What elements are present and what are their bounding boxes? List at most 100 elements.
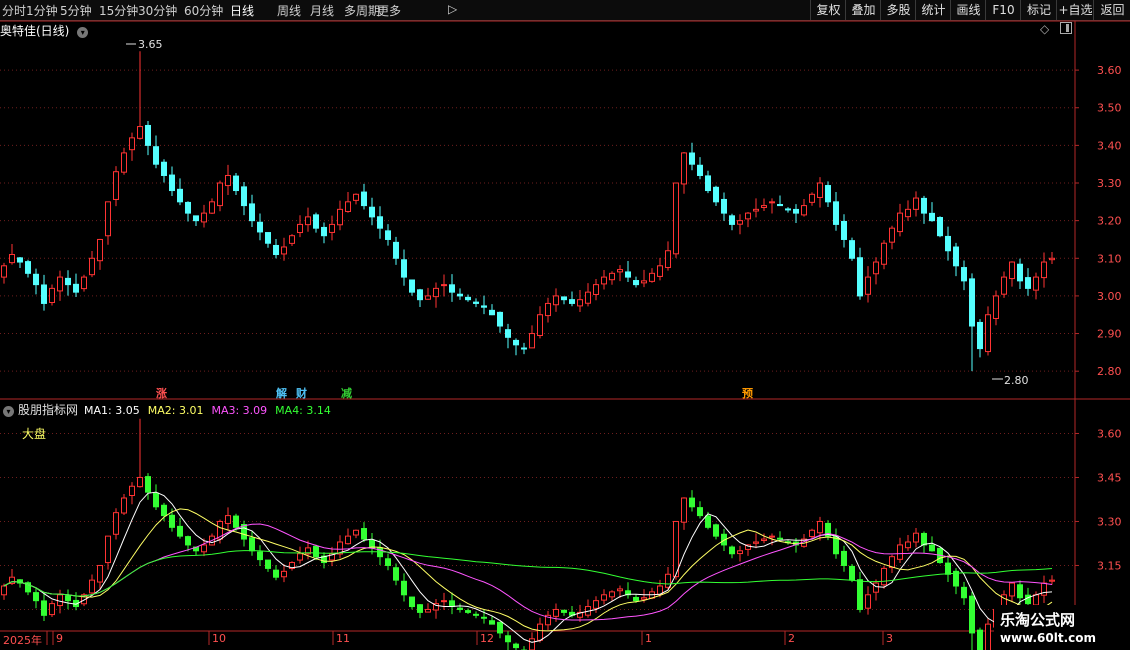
indicator-candle bbox=[761, 538, 767, 542]
indicator-candle bbox=[401, 580, 407, 596]
price-tick-label: 3.10 bbox=[1097, 252, 1122, 265]
indicator-candle bbox=[561, 609, 567, 613]
price-candle bbox=[1033, 276, 1039, 291]
price-candle bbox=[193, 215, 199, 222]
price-candle bbox=[1041, 261, 1047, 279]
price-candle bbox=[905, 208, 911, 218]
price-candle bbox=[529, 333, 535, 349]
indicator-candle bbox=[729, 546, 735, 555]
indicator-candle bbox=[353, 529, 359, 536]
indicator-candle bbox=[705, 515, 711, 528]
price-candle bbox=[897, 212, 903, 233]
indicator-candle bbox=[977, 629, 983, 650]
indicator-candle bbox=[601, 594, 607, 601]
price-candle bbox=[569, 299, 575, 304]
indicator-candle bbox=[481, 616, 487, 619]
indicator-candle bbox=[1025, 594, 1031, 605]
price-candle bbox=[713, 186, 719, 203]
price-candle bbox=[673, 182, 679, 255]
price-candle bbox=[841, 220, 847, 240]
price-candle bbox=[289, 235, 295, 244]
indicator-tick-label: 3.60 bbox=[1097, 427, 1122, 440]
price-candle bbox=[497, 311, 503, 327]
price-candle bbox=[1049, 257, 1055, 261]
event-marker-2[interactable]: 财 bbox=[296, 385, 307, 401]
indicator-candle bbox=[425, 608, 431, 613]
price-candle bbox=[145, 124, 151, 146]
indicator-candle bbox=[1049, 579, 1055, 582]
price-candle bbox=[537, 314, 543, 336]
price-candle bbox=[241, 186, 247, 207]
indicator-candle bbox=[473, 613, 479, 616]
indicator-candle bbox=[609, 591, 615, 598]
price-candle bbox=[393, 241, 399, 259]
indicator-candle bbox=[465, 610, 471, 613]
indicator-candle bbox=[969, 595, 975, 634]
price-candle bbox=[545, 302, 551, 317]
indicator-candle bbox=[225, 515, 231, 524]
price-candle bbox=[97, 238, 103, 262]
indicator-candle bbox=[33, 592, 39, 602]
price-candle bbox=[209, 201, 215, 214]
indicator-candle bbox=[849, 565, 855, 581]
price-candle bbox=[761, 205, 767, 208]
indicator-candle bbox=[153, 492, 159, 508]
price-candle bbox=[913, 197, 919, 210]
event-marker-3[interactable]: 减 bbox=[341, 385, 352, 401]
indicator-candle bbox=[65, 595, 71, 602]
event-marker-1[interactable]: 解 bbox=[276, 385, 287, 401]
price-candle bbox=[753, 208, 759, 212]
indicator-candle bbox=[913, 532, 919, 543]
event-marker-4[interactable]: 预 bbox=[742, 385, 753, 401]
price-candle bbox=[89, 257, 95, 276]
month-label-3: 12 bbox=[480, 632, 494, 645]
price-candle bbox=[505, 329, 511, 338]
indicator-tick-label: 3.15 bbox=[1097, 559, 1122, 572]
chevron-down-icon[interactable]: ▾ bbox=[3, 406, 14, 417]
price-candle bbox=[1025, 277, 1031, 289]
ma-label-1: MA1: 3.05 bbox=[84, 404, 140, 417]
indicator-candle bbox=[393, 567, 399, 581]
indicator-candle bbox=[689, 497, 695, 508]
price-candle bbox=[225, 174, 231, 187]
price-candle bbox=[785, 208, 791, 211]
price-candle bbox=[129, 137, 135, 151]
indicator-tick-label: 3.45 bbox=[1097, 471, 1122, 484]
indicator-candle bbox=[249, 537, 255, 552]
indicator-candle bbox=[497, 621, 503, 634]
indicator-candle bbox=[113, 512, 119, 535]
indicator-candle bbox=[409, 596, 415, 608]
indicator-panel-title: ▾ 股朋指标网 MA1: 3.05 MA2: 3.01 MA3: 3.09 MA4: 3.… bbox=[3, 401, 339, 418]
event-marker-0[interactable]: 涨 bbox=[156, 385, 167, 401]
chevron-down-icon[interactable]: ▾ bbox=[77, 27, 89, 38]
price-candle bbox=[361, 191, 367, 207]
high-price-label: 3.65 bbox=[138, 38, 163, 51]
price-candle bbox=[793, 208, 799, 214]
chart-area: 3.60 3.50 3.40 3.30 3.20 3.10 3.00 2.90 2.80 3.60… bbox=[0, 20, 1130, 650]
price-candle bbox=[25, 261, 31, 274]
indicator-candle bbox=[553, 608, 559, 617]
indicator-candle bbox=[681, 497, 687, 523]
indicator-candle bbox=[57, 594, 63, 607]
price-candle bbox=[857, 257, 863, 297]
indicator-candle bbox=[809, 529, 815, 538]
price-candle bbox=[1, 265, 7, 278]
price-candle bbox=[553, 295, 559, 306]
price-candle bbox=[985, 314, 991, 353]
diamond-icon[interactable]: ◇ bbox=[1040, 22, 1049, 36]
price-candle bbox=[457, 293, 463, 297]
price-candle bbox=[281, 246, 287, 255]
indicator-candle bbox=[457, 607, 463, 610]
price-candle bbox=[409, 279, 415, 293]
price-candle bbox=[417, 289, 423, 301]
price-candle bbox=[273, 244, 279, 256]
price-candle bbox=[633, 280, 639, 286]
price-candle bbox=[321, 226, 327, 237]
indicator-candle bbox=[265, 559, 271, 569]
indicator-candle bbox=[865, 594, 871, 609]
indicator-candle bbox=[345, 535, 351, 545]
indicator-candle bbox=[929, 544, 935, 552]
price-candle bbox=[369, 206, 375, 218]
panel-toggle-icon[interactable] bbox=[1060, 22, 1072, 34]
price-candle bbox=[929, 212, 935, 222]
